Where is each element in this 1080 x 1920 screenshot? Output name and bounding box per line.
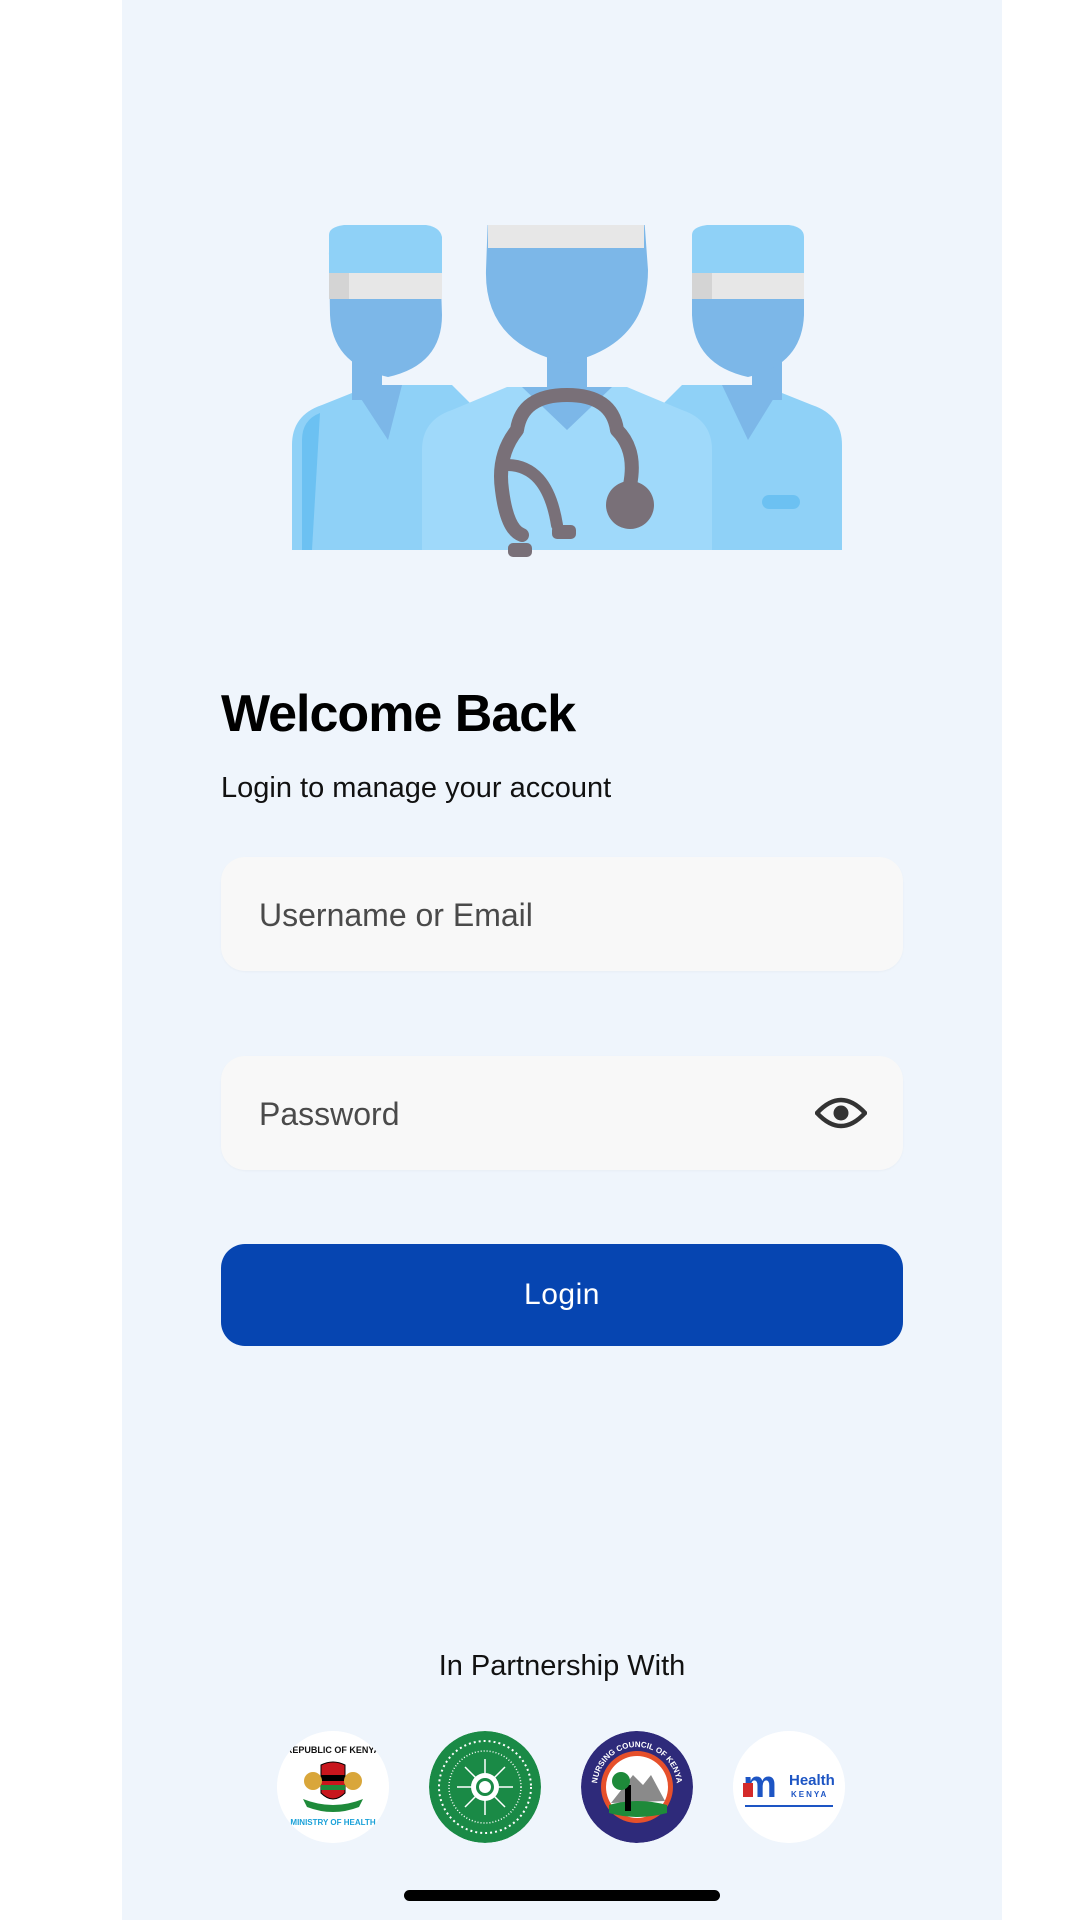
username-field[interactable]: [221, 857, 903, 973]
password-input[interactable]: [257, 1056, 821, 1172]
page-subtitle: Login to manage your account: [221, 772, 612, 804]
mhealth-text-main: Health: [789, 1772, 835, 1789]
username-input[interactable]: [257, 857, 821, 973]
mhealth-kenya-logo: m Health KENYA: [733, 1731, 845, 1843]
eye-icon[interactable]: [815, 1091, 867, 1135]
center-doctor-figure: [422, 225, 712, 557]
green-seal-logo: [429, 1731, 541, 1843]
nursing-council-logo: NURSING COUNCIL OF KENYA: [581, 1731, 693, 1843]
login-screen: Welcome Back Login to manage your accoun…: [122, 0, 1002, 1920]
page-title: Welcome Back: [221, 685, 576, 743]
partnership-label: In Partnership With: [438, 1650, 686, 1682]
mhealth-text-sub: KENYA: [791, 1790, 828, 1799]
medical-team-illustration: [292, 225, 842, 557]
password-field[interactable]: [221, 1056, 903, 1172]
moh-logo: REPUBLIC OF KENYA MINISTRY OF HEALTH: [277, 1731, 389, 1843]
home-indicator[interactable]: [404, 1890, 720, 1901]
moh-text-bottom: MINISTRY OF HEALTH: [290, 1818, 375, 1827]
login-button[interactable]: Login: [221, 1244, 903, 1346]
moh-text-top: REPUBLIC OF KENYA: [286, 1745, 381, 1755]
